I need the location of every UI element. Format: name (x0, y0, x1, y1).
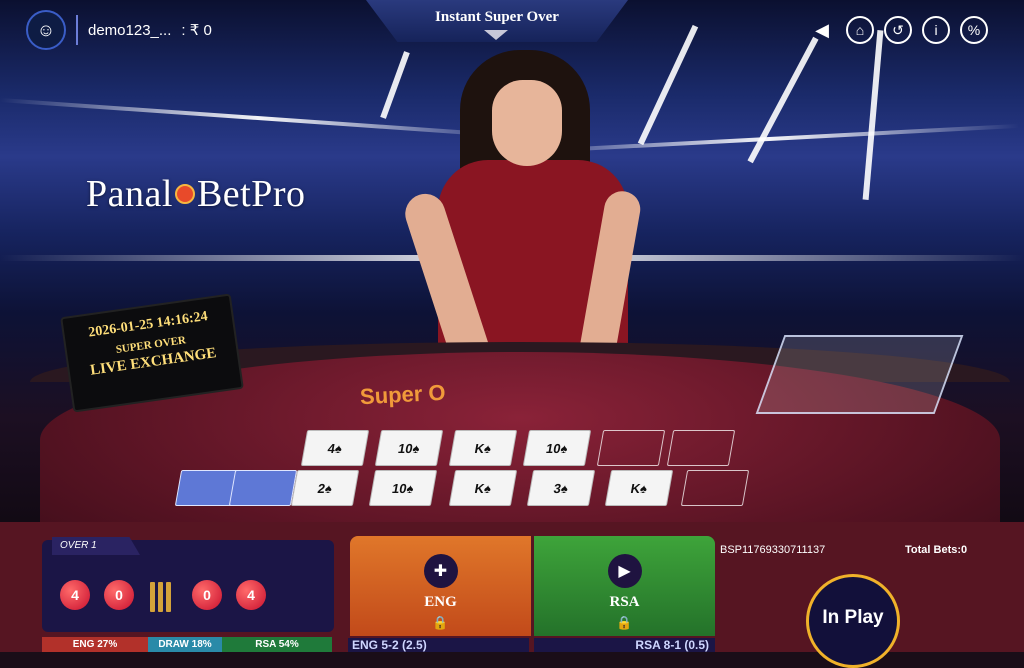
card: 2♠ (290, 470, 360, 506)
in-play-status: In Play (806, 574, 900, 668)
chevron-down-icon (484, 30, 508, 40)
home-icon[interactable]: ⌂ (846, 16, 874, 44)
balance: : ₹ 0 (181, 22, 212, 39)
ball-result: 4 (236, 580, 266, 610)
eng-probability: ENG 27% (42, 637, 148, 652)
info-icon[interactable]: i (922, 16, 950, 44)
ball-result: 4 (60, 580, 90, 610)
card: 10♠ (374, 430, 444, 466)
ball-result: 0 (192, 580, 222, 610)
card: 3♠ (526, 470, 596, 506)
rsa-flag-icon: ▶ (607, 554, 642, 588)
card-shoe (755, 335, 964, 414)
wicket-icon (150, 578, 174, 612)
empty-card-slot (666, 430, 736, 466)
card: 10♠ (368, 470, 438, 506)
team-rsa-button[interactable]: ▶ RSA 🔒 (534, 536, 715, 636)
table-logo: Super O (359, 379, 447, 410)
top-bar: ☺ demo123_...: ₹ 0 Instant Super Over ◀ … (0, 0, 1024, 56)
light-streak (380, 51, 410, 119)
over-label: OVER 1 (52, 537, 140, 555)
brand-dot-icon (174, 184, 195, 205)
live-video-feed: Panal BetPro Super O 2026-01-25 14:16:24 … (0, 0, 1024, 522)
team-score: ENG 5-2 (2.5) (348, 638, 529, 652)
card: K♠ (448, 430, 518, 466)
empty-card-slot (680, 470, 750, 506)
round-id: BSP11769330711137 (720, 544, 826, 556)
team-score: RSA 8-1 (0.5) (534, 638, 715, 652)
game-title: Instant Super Over (435, 9, 559, 25)
lock-icon: 🔒 (616, 615, 633, 630)
brand-left-text: Panal (86, 173, 173, 215)
team-eng-button[interactable]: ✚ ENG 🔒 (350, 536, 531, 636)
card: K♠ (448, 470, 518, 506)
brand-logo: Panal BetPro (86, 172, 306, 216)
brand-right-text: BetPro (196, 173, 306, 215)
rsa-probability: RSA 54% (222, 637, 332, 652)
lock-icon: 🔒 (432, 615, 449, 630)
draw-probability: DRAW 18% (148, 637, 222, 652)
odds-icon[interactable]: % (960, 16, 988, 44)
user-info: ☺ demo123_... : ₹ 0 (26, 10, 212, 50)
sound-icon[interactable]: ◀ (808, 16, 836, 44)
empty-card-slot (596, 430, 666, 466)
game-title-tab[interactable]: Instant Super Over (366, 0, 628, 42)
team-name: ENG (424, 594, 457, 610)
total-bets: Total Bets:0 (905, 544, 968, 556)
card: 4♠ (300, 430, 370, 466)
eng-flag-icon: ✚ (423, 554, 458, 588)
ball-result: 0 (104, 580, 134, 610)
username: demo123_... (88, 21, 172, 39)
card-back (228, 470, 298, 506)
history-icon[interactable]: ↺ (884, 16, 912, 44)
card: 10♠ (522, 430, 592, 466)
divider (76, 15, 78, 45)
team-name: RSA (609, 594, 640, 610)
win-probability-bar: ENG 27% DRAW 18% RSA 54% (42, 637, 332, 652)
avatar[interactable]: ☺ (26, 10, 66, 50)
card: K♠ (604, 470, 674, 506)
